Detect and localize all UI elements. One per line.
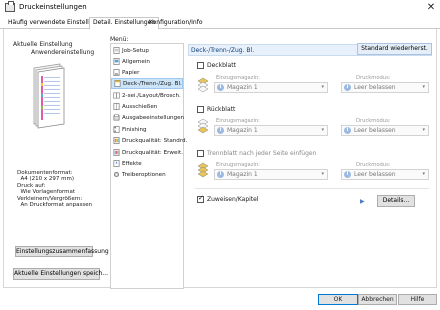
menu-item-label: Treiberoptionen bbox=[122, 171, 166, 178]
chevron-down-icon: ▾ bbox=[321, 171, 324, 177]
profile-name: Anwendereinstellung bbox=[31, 49, 95, 56]
chevron-down-icon: ▾ bbox=[321, 84, 324, 90]
paper-stack-icon bbox=[197, 118, 209, 134]
tray-label: Einzugsmagazin: bbox=[216, 118, 260, 124]
menu-item-quality-standard[interactable]: Druckqualität: Standrd. bbox=[113, 135, 187, 146]
driver-options-icon bbox=[113, 171, 120, 178]
menu-item-duplex-layout[interactable]: 2-sei./Layout/Brosch. bbox=[113, 90, 183, 101]
tab-configuration-info[interactable]: Konfiguration/Info bbox=[146, 18, 206, 29]
info-icon: i bbox=[217, 127, 224, 134]
chevron-down-icon: ▾ bbox=[422, 127, 425, 133]
info-icon: i bbox=[344, 127, 351, 134]
menu-item-label: Ausschießen bbox=[122, 103, 158, 110]
printer-app-icon bbox=[5, 1, 15, 12]
menu-item-finishing[interactable]: Finishing bbox=[113, 124, 183, 135]
cover-mode-select[interactable]: i Leer belassen ▾ bbox=[341, 82, 429, 93]
separator-tray-value: Magazin 1 bbox=[227, 171, 258, 178]
document-info: Dokumentenformat: A4 (210 x 297 mm) Druc… bbox=[17, 170, 92, 208]
menu-item-label: Druckqualität: Standrd. bbox=[122, 137, 188, 144]
separator-mode-select[interactable]: i Leer belassen ▾ bbox=[341, 169, 429, 180]
output-icon bbox=[113, 114, 120, 121]
back-sheet-checkbox[interactable] bbox=[197, 106, 204, 113]
info-icon: i bbox=[344, 84, 351, 91]
back-mode-select[interactable]: i Leer belassen ▾ bbox=[341, 125, 429, 136]
mode-label: Druckmodus: bbox=[356, 162, 391, 168]
back-tray-select[interactable]: i Magazin 1 ▾ bbox=[214, 125, 328, 136]
chapter-checkbox[interactable] bbox=[197, 194, 204, 203]
settings-summary-button[interactable]: Einstellungszusammenfassung bbox=[15, 246, 109, 257]
quality-standard-icon bbox=[113, 137, 120, 144]
tray-label: Einzugsmagazin: bbox=[216, 162, 260, 168]
title-bar: Druckeinstellungen ✕ bbox=[0, 0, 440, 16]
cover-tray-value: Magazin 1 bbox=[227, 84, 258, 91]
tab-strip: Häufig verwendete Einstellungen Detail. … bbox=[0, 17, 440, 30]
window-title: Druckeinstellungen bbox=[19, 3, 87, 11]
quality-advanced-icon bbox=[113, 149, 120, 156]
menu-item-label: Deck-/Trenn-/Zug. Bl. bbox=[123, 80, 182, 87]
cover-sheet-label: Deckblatt bbox=[207, 62, 236, 69]
separator-sheet-checkbox[interactable] bbox=[197, 150, 204, 157]
help-button[interactable]: Hilfe bbox=[398, 294, 437, 305]
menu-item-effects[interactable]: Effekte bbox=[113, 158, 183, 169]
cover-tray-select[interactable]: i Magazin 1 ▾ bbox=[214, 82, 328, 93]
save-current-settings-button[interactable]: Aktuelle Einstellungen speich... bbox=[13, 268, 108, 280]
effects-icon bbox=[113, 160, 120, 167]
divider bbox=[195, 188, 429, 189]
separator-tray-select[interactable]: i Magazin 1 ▾ bbox=[214, 169, 328, 180]
finishing-icon bbox=[113, 126, 120, 133]
tray-label: Einzugsmagazin: bbox=[216, 75, 260, 81]
menu-item-label: Finishing bbox=[122, 126, 147, 133]
close-icon[interactable]: ✕ bbox=[425, 2, 437, 14]
chevron-down-icon: ▾ bbox=[422, 84, 425, 90]
menu-item-paper[interactable]: Papier bbox=[113, 67, 183, 78]
current-setting-label: Aktuelle Einstellung bbox=[13, 41, 73, 48]
menu-item-job-setup[interactable]: Job-Setup bbox=[113, 45, 183, 56]
chevron-down-icon: ▾ bbox=[321, 127, 324, 133]
menu-item-quality-advanced[interactable]: Druckqualität: Erweit. bbox=[113, 147, 183, 158]
job-setup-icon bbox=[113, 47, 120, 54]
separator-sheet-label: Trennblatt nach jeder Seite einfügen bbox=[207, 150, 317, 157]
menu-item-driver-options[interactable]: Treiberoptionen bbox=[113, 169, 183, 180]
general-icon bbox=[113, 58, 120, 65]
menu-item-general[interactable]: Allgemein bbox=[113, 56, 183, 67]
menu-item-label: Druckqualität: Erweit. bbox=[122, 149, 183, 156]
cover-mode-value: Leer belassen bbox=[354, 84, 396, 91]
details-button[interactable]: Details... bbox=[377, 195, 415, 207]
info-icon: i bbox=[217, 171, 224, 178]
cover-sheet-icon bbox=[114, 80, 121, 87]
play-icon: ▶ bbox=[360, 198, 365, 205]
info-icon: i bbox=[217, 84, 224, 91]
mode-label: Druckmodus: bbox=[356, 75, 391, 81]
menu-item-label: Papier bbox=[122, 69, 140, 76]
menu-item-label: Ausgabeeinstellungen bbox=[122, 114, 185, 121]
imposition-icon bbox=[113, 103, 120, 110]
mode-label: Druckmodus: bbox=[356, 118, 391, 124]
menu-item-cover-sheets[interactable]: Deck-/Trenn-/Zug. Bl. bbox=[111, 78, 183, 89]
cancel-button[interactable]: Abbrechen bbox=[358, 294, 397, 305]
cover-sheet-checkbox[interactable] bbox=[197, 62, 204, 69]
back-sheet-label: Rückblatt bbox=[207, 106, 236, 113]
duplex-icon bbox=[113, 92, 120, 99]
ok-button[interactable]: OK bbox=[318, 294, 358, 305]
paper-stack-icon bbox=[197, 162, 209, 178]
restore-defaults-button[interactable]: Standard wiederherst. bbox=[357, 43, 432, 55]
paper-stack-icon bbox=[197, 77, 209, 93]
menu-item-label: Allgemein bbox=[122, 58, 150, 65]
document-preview bbox=[33, 63, 65, 129]
paper-icon bbox=[113, 69, 120, 76]
menu-label: Menü: bbox=[110, 36, 129, 43]
doc-info-line: An Druckformat anpassen bbox=[17, 202, 93, 209]
section-title: Deck-/Trenn-/Zug. Bl. bbox=[191, 47, 255, 54]
menu-item-output[interactable]: Ausgabeeinstellungen bbox=[113, 112, 185, 123]
menu-item-label: Effekte bbox=[122, 160, 142, 167]
menu-item-label: Job-Setup bbox=[122, 47, 149, 54]
menu-item-label: 2-sei./Layout/Brosch. bbox=[122, 92, 181, 99]
back-mode-value: Leer belassen bbox=[354, 127, 396, 134]
menu-item-imposition[interactable]: Ausschießen bbox=[113, 101, 183, 112]
back-tray-value: Magazin 1 bbox=[227, 127, 258, 134]
separator-mode-value: Leer belassen bbox=[354, 171, 396, 178]
chevron-down-icon: ▾ bbox=[422, 171, 425, 177]
chapter-label: Zuweisen/Kapitel bbox=[207, 196, 259, 203]
info-icon: i bbox=[344, 171, 351, 178]
